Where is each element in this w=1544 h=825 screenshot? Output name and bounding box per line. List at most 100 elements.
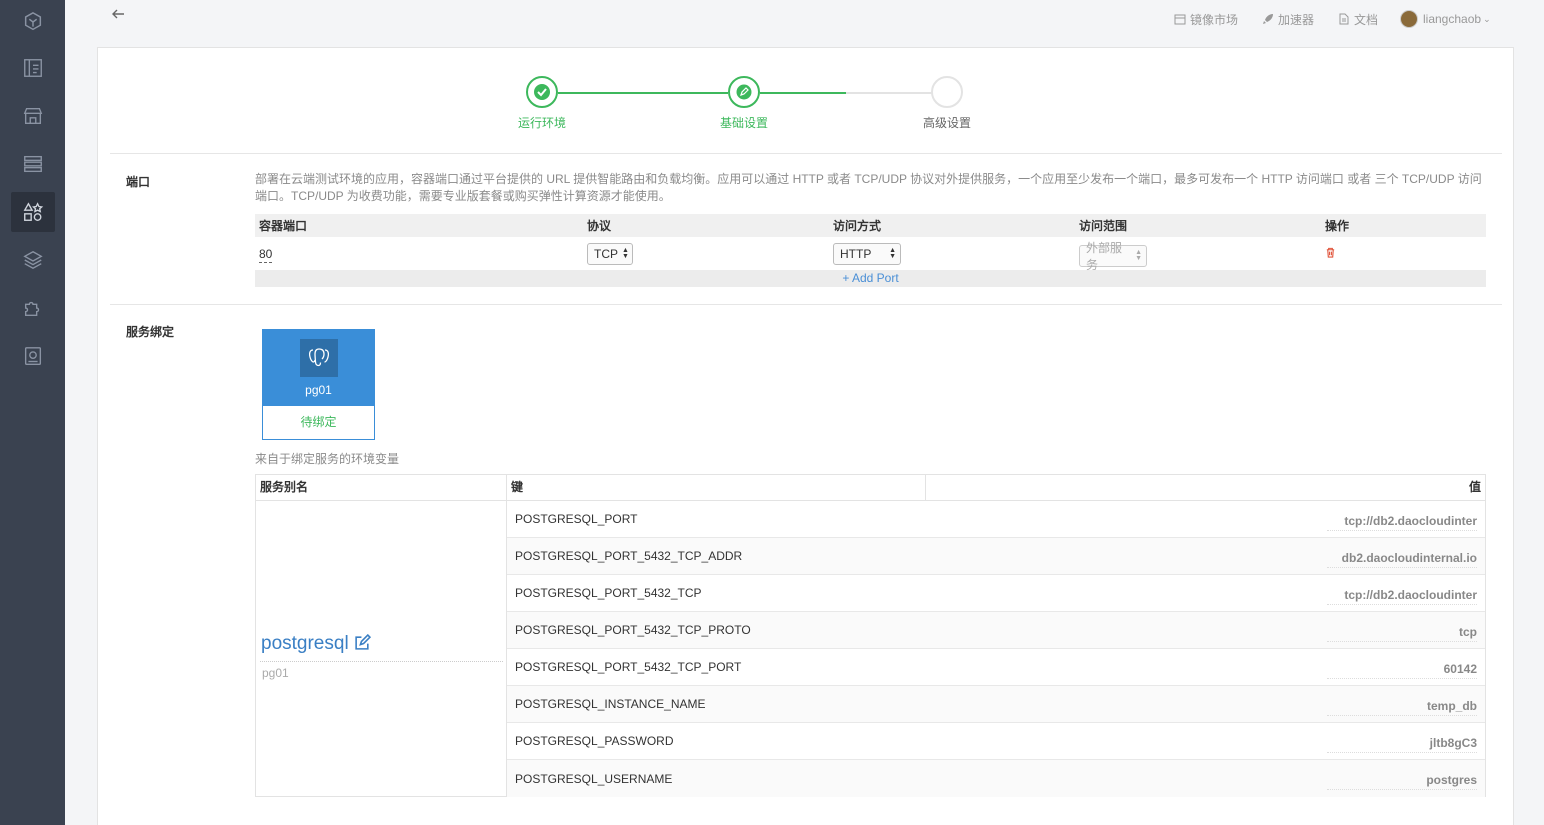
access-value: HTTP <box>840 246 872 261</box>
table-row: POSTGRESQL_PASSWORD jltb8gC3 <box>507 723 1485 760</box>
layers-icon[interactable] <box>11 240 55 280</box>
env-key: POSTGRESQL_PORT_5432_TCP <box>515 586 702 600</box>
env-key: POSTGRESQL_PORT_5432_TCP_ADDR <box>515 549 743 563</box>
ports-table-header: 容器端口 协议 访问方式 访问范围 操作 <box>255 214 1486 237</box>
check-icon <box>534 84 550 100</box>
protocol-select[interactable]: TCP ▲ ▼ <box>587 242 633 265</box>
avatar <box>1400 10 1418 28</box>
nav-accelerator[interactable]: 加速器 <box>1262 10 1314 28</box>
env-key: POSTGRESQL_PORT_5432_TCP_PORT <box>515 660 742 674</box>
step-line-1 <box>558 92 728 94</box>
divider <box>110 304 1502 305</box>
store-icon[interactable] <box>11 96 55 136</box>
env-key: POSTGRESQL_PORT <box>515 512 638 526</box>
env-value[interactable]: tcp://db2.daocloudinter <box>1327 588 1477 605</box>
binding-title: 服务绑定 <box>126 325 175 339</box>
env-value[interactable]: postgres <box>1327 773 1477 790</box>
list-icon[interactable] <box>11 144 55 184</box>
step-line-2a <box>760 92 846 94</box>
col-protocol: 协议 <box>587 219 612 233</box>
ports-description: 部署在云端测试环境的应用，容器端口通过平台提供的 URL 提供智能路由和负载均衡… <box>255 172 1482 203</box>
service-status: 待绑定 <box>300 415 337 429</box>
port-value[interactable]: 80 <box>259 246 273 263</box>
col-alias: 服务别名 <box>256 475 507 500</box>
col-action: 操作 <box>1325 219 1350 233</box>
table-row: POSTGRESQL_PORT_5432_TCP tcp://db2.daocl… <box>507 575 1485 612</box>
nav-docs[interactable]: 文档 <box>1338 10 1378 28</box>
step-2-label: 基础设置 <box>719 116 768 130</box>
divider <box>110 153 1502 154</box>
select-arrows-icon: ▲ ▼ <box>889 246 896 260</box>
puzzle-icon[interactable] <box>11 288 55 328</box>
env-key: POSTGRESQL_INSTANCE_NAME <box>515 697 706 711</box>
step-3-label: 高级设置 <box>922 116 971 130</box>
store-small-icon <box>1174 14 1186 25</box>
access-select[interactable]: HTTP ▲ ▼ <box>833 242 901 265</box>
edit-icon <box>736 84 752 100</box>
env-value[interactable]: jltb8gC3 <box>1327 736 1477 753</box>
table-row: POSTGRESQL_INSTANCE_NAME temp_db <box>507 686 1485 723</box>
table-row: POSTGRESQL_PORT_5432_TCP_ADDR db2.daoclo… <box>507 538 1485 575</box>
col-scope: 访问范围 <box>1079 219 1128 233</box>
env-table-header: 服务别名 键 值 <box>256 475 1485 501</box>
env-value[interactable]: db2.daocloudinternal.io <box>1327 551 1477 568</box>
step-3-circle[interactable] <box>931 76 963 108</box>
env-value[interactable]: 60142 <box>1327 662 1477 679</box>
nav-market-label: 镜像市场 <box>1190 12 1239 27</box>
env-rows: POSTGRESQL_PORT tcp://db2.daocloudinter … <box>507 501 1485 797</box>
env-key: POSTGRESQL_PASSWORD <box>515 734 674 748</box>
postgresql-icon <box>300 339 338 377</box>
alias-service: pg01 <box>262 666 289 680</box>
protocol-cell: TCP ▲ ▼ <box>583 242 829 265</box>
env-table: 服务别名 键 值 postgresql pg01 POSTGRESQL_PORT… <box>255 474 1486 797</box>
service-card-top: pg01 <box>263 330 374 406</box>
trash-icon[interactable] <box>1325 247 1336 258</box>
nav-docs-label: 文档 <box>1354 12 1379 27</box>
env-value[interactable]: tcp://db2.daocloudinter <box>1327 514 1477 531</box>
scope-cell: 外部服务 ▲ ▼ <box>1075 241 1321 272</box>
sidebar <box>0 0 65 825</box>
dashboard-icon[interactable] <box>11 48 55 88</box>
alias-underline <box>260 661 503 662</box>
back-arrow-icon[interactable] <box>110 6 126 22</box>
monitor-icon[interactable] <box>11 336 55 376</box>
alias-name: postgresql <box>261 633 349 654</box>
nav-market[interactable]: 镜像市场 <box>1174 10 1238 28</box>
alias-edit[interactable]: postgresql <box>261 633 372 655</box>
table-row: 80 TCP ▲ ▼ HTTP ▲ ▼ 外部服务 ▲ ▼ <box>255 237 1486 272</box>
service-name: pg01 <box>305 383 332 397</box>
col-access: 访问方式 <box>833 219 882 233</box>
table-row: POSTGRESQL_PORT_5432_TCP_PORT 60142 <box>507 649 1485 686</box>
env-key: POSTGRESQL_USERNAME <box>515 771 673 786</box>
chevron-down-icon: ⌄ <box>1483 13 1491 24</box>
step-line-2b <box>846 92 932 94</box>
env-caption: 来自于绑定服务的环境变量 <box>255 452 400 466</box>
edit-icon <box>355 633 372 650</box>
access-cell: HTTP ▲ ▼ <box>829 242 1075 265</box>
select-arrows-icon: ▲ ▼ <box>622 246 629 260</box>
scope-value: 外部服务 <box>1086 240 1123 272</box>
logo-icon[interactable] <box>11 2 55 42</box>
table-row: POSTGRESQL_PORT tcp://db2.daocloudinter <box>507 501 1485 538</box>
action-cell <box>1321 247 1481 261</box>
scope-select[interactable]: 外部服务 ▲ ▼ <box>1079 241 1147 272</box>
table-row: POSTGRESQL_USERNAME postgres <box>507 760 1485 797</box>
col-key: 键 <box>507 475 926 500</box>
env-key: POSTGRESQL_PORT_5432_TCP_PROTO <box>515 623 751 637</box>
protocol-value: TCP <box>594 246 618 261</box>
step-1-circle[interactable] <box>526 76 558 108</box>
step-2-circle[interactable] <box>728 76 760 108</box>
user-menu[interactable]: liangchaob ⌄ <box>1400 10 1491 28</box>
add-port-button[interactable]: + Add Port <box>255 270 1486 287</box>
apps-icon[interactable] <box>11 192 55 232</box>
rocket-icon <box>1263 14 1273 24</box>
alias-cell: postgresql pg01 <box>256 501 507 797</box>
env-value[interactable]: tcp <box>1327 625 1477 642</box>
service-card[interactable]: pg01 待绑定 <box>262 329 375 440</box>
ports-title: 端口 <box>126 175 151 189</box>
select-arrows-icon: ▲ ▼ <box>1135 248 1142 262</box>
table-row: POSTGRESQL_PORT_5432_TCP_PROTO tcp <box>507 612 1485 649</box>
nav-accelerator-label: 加速器 <box>1278 12 1315 27</box>
env-value[interactable]: temp_db <box>1327 699 1477 716</box>
step-1-label: 运行环境 <box>517 116 566 130</box>
